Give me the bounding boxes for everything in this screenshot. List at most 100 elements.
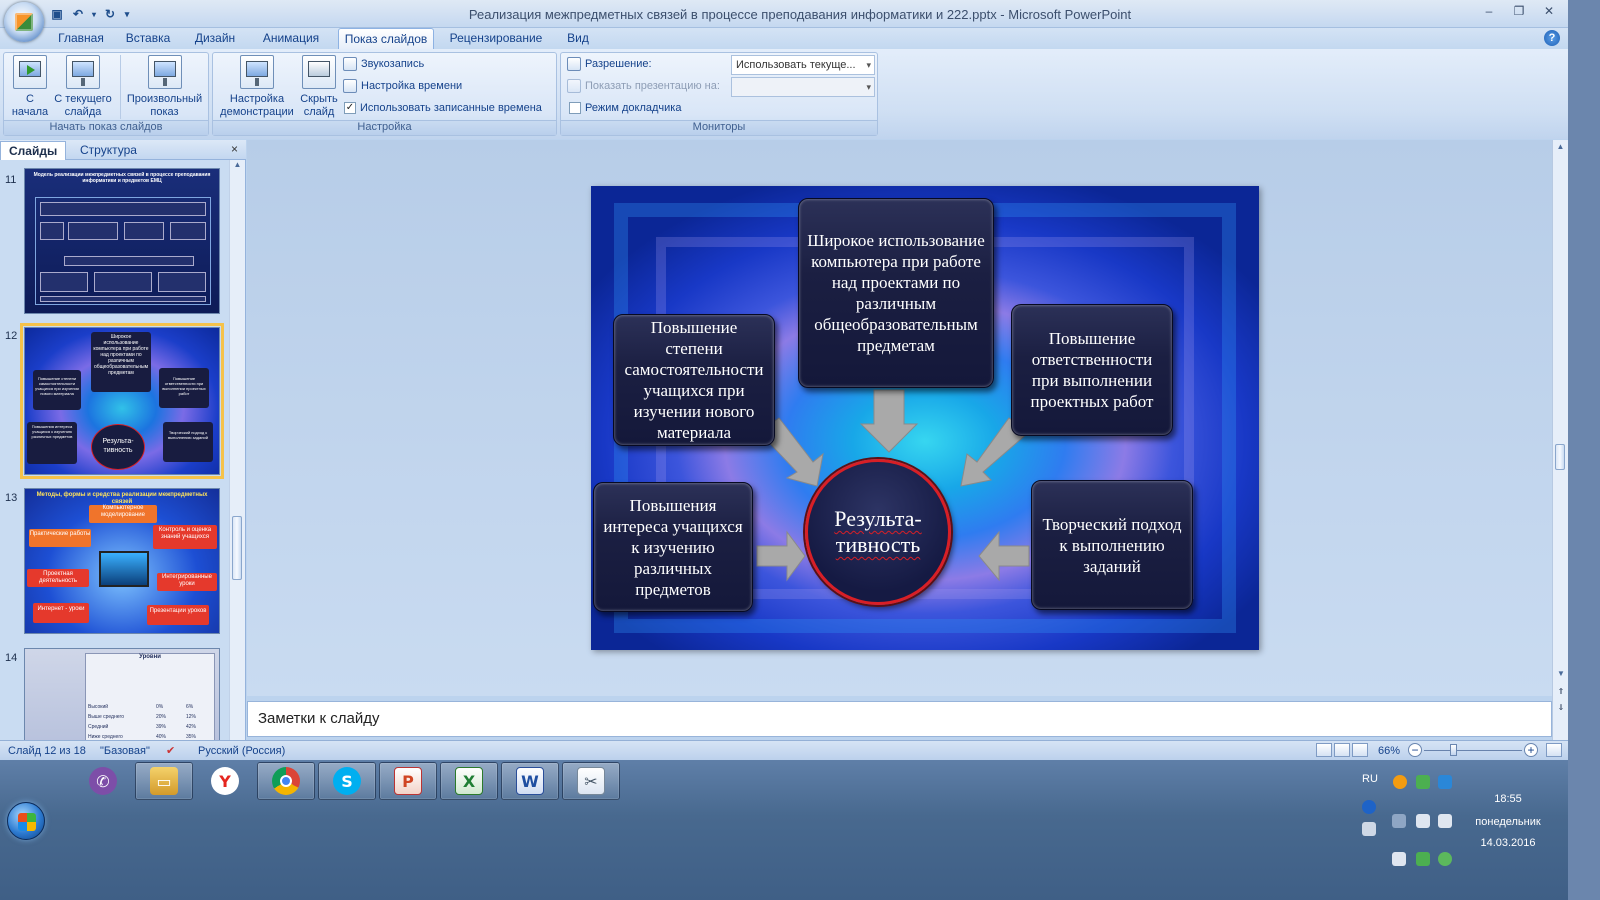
slides-pane-scrollbar[interactable]: ▲ xyxy=(229,160,245,752)
taskbar-chrome[interactable] xyxy=(257,762,315,800)
tab-animation[interactable]: Анимация xyxy=(254,28,328,49)
taskbar-viber[interactable]: ✆ xyxy=(74,762,132,800)
presenter-view-checkbox[interactable]: Режим докладчика xyxy=(569,99,681,117)
thumb-box: Повышение ответственности при выполнении… xyxy=(159,368,209,408)
box-responsibility[interactable]: Повышение ответственности при выполнении… xyxy=(1011,304,1173,436)
chrome-icon xyxy=(272,767,300,795)
box-independence[interactable]: Повышение степени самостоятельности учащ… xyxy=(613,314,775,446)
projector-icon xyxy=(66,55,100,89)
box-interest[interactable]: Повышения интереса учащихся к изучению р… xyxy=(593,482,753,612)
checkmark-icon: ✓ xyxy=(344,102,356,114)
zoom-level[interactable]: 66% xyxy=(1378,743,1400,759)
resolution-dropdown[interactable]: Использовать текуще... xyxy=(731,55,875,75)
editor-scrollbar[interactable]: ▲ ▼ ⇑ ⇓ xyxy=(1552,140,1568,752)
setup-show-button[interactable]: Настройка демонстрации xyxy=(217,55,297,119)
language-indicator[interactable]: RU xyxy=(1362,773,1378,785)
tab-view[interactable]: Вид xyxy=(562,28,594,49)
rehearse-timings-button[interactable]: Настройка времени xyxy=(343,77,462,95)
from-current-button[interactable]: С текущего слайда xyxy=(52,55,114,119)
zoom-slider[interactable] xyxy=(1424,750,1522,751)
tray-flag-icon[interactable] xyxy=(1416,814,1430,828)
slide-canvas[interactable]: Широкое использование компьютера при раб… xyxy=(591,186,1259,650)
tab-slide-show[interactable]: Показ слайдов xyxy=(338,28,434,49)
thumb-item: Проектная деятельность xyxy=(27,569,89,587)
tray-security-icon[interactable] xyxy=(1392,814,1406,828)
start-button[interactable] xyxy=(7,802,45,840)
tray-network-icon[interactable] xyxy=(1392,852,1406,866)
close-pane-icon[interactable]: × xyxy=(231,142,238,156)
normal-view-icon[interactable] xyxy=(1316,743,1332,757)
next-slide-icon[interactable]: ⇓ xyxy=(1553,703,1569,712)
tab-outline[interactable]: Структура xyxy=(72,141,145,160)
taskbar-paint[interactable]: ✂ xyxy=(562,762,620,800)
zoom-in-icon[interactable]: + xyxy=(1524,743,1538,757)
previous-slide-icon[interactable]: ⇑ xyxy=(1553,687,1569,696)
show-on-dropdown[interactable] xyxy=(731,77,875,97)
tray-help-icon[interactable] xyxy=(1362,800,1376,814)
clock-time[interactable]: 18:55 xyxy=(1470,793,1546,805)
scrollbar-thumb[interactable] xyxy=(1555,444,1565,470)
slide-thumbnail-13[interactable]: Методы, формы и средства реализации межп… xyxy=(24,488,220,634)
clock-day[interactable]: понедельник xyxy=(1466,816,1550,828)
office-button[interactable] xyxy=(4,2,44,42)
tray-volume-icon[interactable] xyxy=(1438,814,1452,828)
notes-pane[interactable]: Заметки к слайду xyxy=(247,701,1552,737)
restore-button[interactable]: ❐ xyxy=(1504,0,1534,22)
thumb-table-cell: 12% xyxy=(186,714,197,720)
show-on-label-wrap: Показать презентацию на: xyxy=(567,77,720,95)
zoom-out-icon[interactable]: − xyxy=(1408,743,1422,757)
minimize-button[interactable]: ‒ xyxy=(1474,0,1504,22)
thumb-center: Результа- тивность xyxy=(91,424,145,470)
use-timings-checkbox[interactable]: ✓ Использовать записанные времена xyxy=(344,99,542,117)
from-beginning-button[interactable]: С начала xyxy=(8,55,52,119)
language[interactable]: Русский (Россия) xyxy=(198,743,285,759)
zoom-slider-thumb[interactable] xyxy=(1450,744,1458,756)
scrollbar-thumb[interactable] xyxy=(232,516,242,580)
taskbar-excel[interactable]: X xyxy=(440,762,498,800)
slide-number: 14 xyxy=(5,652,18,664)
taskbar-yandex[interactable]: Y xyxy=(196,762,254,800)
taskbar-skype[interactable]: S xyxy=(318,762,376,800)
pane-tabs: Слайды Структура × xyxy=(0,140,246,160)
tray-expand-icon[interactable] xyxy=(1362,822,1376,836)
hide-slide-button[interactable]: Скрыть слайд xyxy=(297,55,341,119)
group-label: Начать показ слайдов xyxy=(4,120,208,135)
tab-design[interactable]: Дизайн xyxy=(186,28,244,49)
viber-icon: ✆ xyxy=(89,767,117,795)
help-icon[interactable]: ? xyxy=(1544,30,1560,46)
slide-thumbnail-11[interactable]: Модель реализации межпредметных связей в… xyxy=(24,168,220,314)
tray-teamviewer-icon[interactable] xyxy=(1438,775,1452,789)
thumb-table-row: Средний xyxy=(88,724,109,730)
spellcheck-icon[interactable]: ✔ xyxy=(166,743,175,759)
tray-update-icon[interactable] xyxy=(1416,852,1430,866)
tray-sync-icon[interactable] xyxy=(1438,852,1452,866)
fit-to-window-icon[interactable] xyxy=(1546,743,1562,757)
tab-review[interactable]: Рецензирование xyxy=(444,28,548,49)
slide-sorter-view-icon[interactable] xyxy=(1334,743,1350,757)
clock-date[interactable]: 14.03.2016 xyxy=(1470,837,1546,849)
box-wide-computer-use[interactable]: Широкое использование компьютера при раб… xyxy=(798,198,994,388)
slide-thumbnail-12[interactable]: Широкое использование компьютера при раб… xyxy=(20,323,224,479)
thumb-item: Практические работы xyxy=(29,529,91,547)
setup-show-icon xyxy=(240,55,274,89)
play-from-start-icon xyxy=(13,55,47,89)
taskbar-word[interactable]: W xyxy=(501,762,559,800)
record-narration-button[interactable]: Звукозапись xyxy=(343,55,424,73)
slide-thumbnail-14[interactable]: Уровни Высокий Выше среднего Средний Ниж… xyxy=(24,648,220,752)
center-circle[interactable]: Результа- тивность xyxy=(805,459,951,605)
theme-name[interactable]: "Базовая" xyxy=(100,743,150,759)
custom-show-button[interactable]: Произвольный показ xyxy=(120,55,208,119)
close-button[interactable]: ✕ xyxy=(1534,0,1564,22)
taskbar-powerpoint[interactable]: P xyxy=(379,762,437,800)
tray-odnoklassniki-icon[interactable] xyxy=(1393,775,1407,789)
box-creative-approach[interactable]: Творческий подход к выполнению заданий xyxy=(1031,480,1193,610)
tray-torrent-icon[interactable] xyxy=(1416,775,1430,789)
thumb-item: Интернет - уроки xyxy=(33,603,89,623)
tab-insert[interactable]: Вставка xyxy=(118,28,178,49)
window-title: Реализация межпредметных связей в процес… xyxy=(468,7,1132,22)
tab-slides[interactable]: Слайды xyxy=(0,141,67,160)
tab-home[interactable]: Главная xyxy=(50,28,112,49)
windows-logo-icon xyxy=(18,813,36,831)
slideshow-view-icon[interactable] xyxy=(1352,743,1368,757)
taskbar-file-manager[interactable]: ▭ xyxy=(135,762,193,800)
